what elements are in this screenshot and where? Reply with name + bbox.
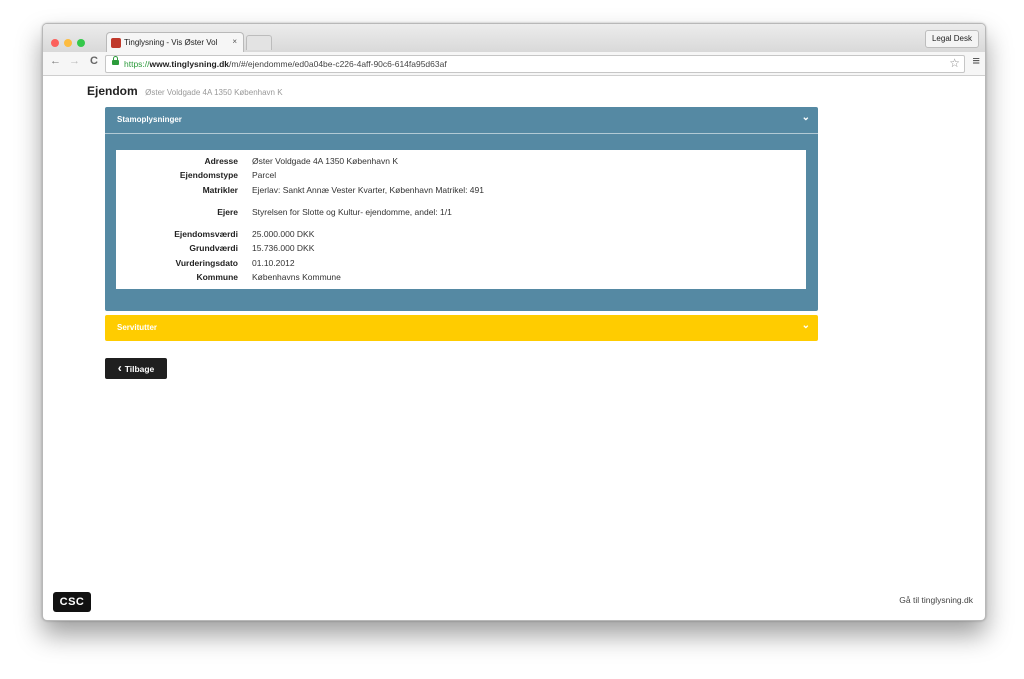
new-tab-button[interactable] [246, 35, 272, 50]
field-value-kommune: Københavns Kommune [252, 272, 341, 282]
close-window-button[interactable] [51, 39, 59, 47]
servitutter-panel[interactable]: Servitutter ⌄ [105, 315, 818, 341]
browser-tab[interactable]: Tinglysning - Vis Øster Vol × [106, 32, 244, 53]
stamoplysninger-title: Stamoplysninger [117, 115, 182, 124]
browser-toolbar: ← → C https://www.tinglysning.dk/m/#/eje… [43, 52, 985, 76]
property-details: Adresse Øster Voldgade 4A 1350 København… [116, 150, 806, 289]
field-value-ejendomsvaerdi: 25.000.000 DKK [252, 229, 315, 239]
chevron-down-icon[interactable]: ⌄ [802, 112, 810, 123]
chevron-left-icon: ‹ [117, 361, 122, 375]
back-arrow-icon[interactable]: ← [50, 55, 61, 67]
csc-logo: CSC [53, 592, 91, 612]
field-label-vurderingsdato: Vurderingsdato [175, 258, 239, 268]
stamoplysninger-panel: Stamoplysninger ⌄ Adresse Øster Voldgade… [105, 107, 818, 311]
field-value-vurderingsdato: 01.10.2012 [252, 258, 295, 268]
field-value-grundvaerdi: 15.736.000 DKK [252, 243, 315, 253]
tab-close-icon[interactable]: × [232, 37, 237, 46]
field-label-kommune: Kommune [196, 272, 238, 282]
page-subtitle: Øster Voldgade 4A 1350 København K [145, 88, 283, 97]
field-label-matrikler: Matrikler [202, 185, 238, 195]
back-button-label: Tilbage [124, 364, 155, 374]
back-button[interactable]: ‹ Tilbage [105, 358, 167, 379]
tinglysning-favicon-icon [111, 38, 121, 48]
window-controls [51, 34, 90, 52]
browser-menu-icon[interactable]: ≡ [972, 53, 980, 68]
field-label-adresse: Adresse [204, 156, 238, 166]
zoom-window-button[interactable] [77, 39, 85, 47]
tab-title: Tinglysning - Vis Øster Vol [124, 38, 218, 47]
page-content: Ejendom Øster Voldgade 4A 1350 København… [43, 76, 985, 620]
forward-arrow-icon[interactable]: → [69, 55, 80, 67]
field-value-ejere: Styrelsen for Slotte og Kultur- ejendomm… [252, 207, 452, 217]
servitutter-title: Servitutter [117, 323, 158, 332]
lock-icon [112, 56, 119, 65]
profile-button[interactable]: Legal Desk [924, 30, 979, 48]
page-title: Ejendom [87, 84, 138, 98]
url-path: /m/#/ejendomme/ed0a04be-c226-4aff-90c6-6… [229, 59, 447, 69]
chevron-down-icon[interactable]: ⌄ [802, 320, 810, 331]
field-label-grundvaerdi: Grundværdi [189, 243, 238, 253]
bookmark-star-icon[interactable]: ☆ [949, 56, 960, 71]
field-label-ejere: Ejere [217, 207, 238, 217]
browser-titlebar: Tinglysning - Vis Øster Vol × Legal Desk [43, 24, 985, 53]
url-scheme: https:// [124, 59, 150, 69]
field-label-ejendomsvaerdi: Ejendomsværdi [174, 229, 238, 239]
minimize-window-button[interactable] [64, 39, 72, 47]
address-bar[interactable]: https://www.tinglysning.dk/m/#/ejendomme… [105, 55, 965, 73]
url-host: www.tinglysning.dk [149, 59, 230, 69]
url-text: https://www.tinglysning.dk/m/#/ejendomme… [124, 56, 447, 72]
field-value-ejendomstype: Parcel [252, 170, 277, 180]
page-header: Ejendom Øster Voldgade 4A 1350 København… [87, 82, 283, 100]
field-label-ejendomstype: Ejendomstype [179, 170, 238, 180]
reload-icon[interactable]: C [90, 55, 98, 67]
field-value-matrikler: Ejerlav: Sankt Annæ Vester Kvarter, Købe… [252, 185, 484, 195]
go-to-tinglysning-link[interactable]: Gå til tinglysning.dk [899, 595, 973, 605]
field-value-adresse: Øster Voldgade 4A 1350 København K [252, 156, 399, 166]
stamoplysninger-header[interactable]: Stamoplysninger ⌄ [105, 107, 818, 134]
browser-window: Tinglysning - Vis Øster Vol × Legal Desk… [42, 23, 986, 621]
